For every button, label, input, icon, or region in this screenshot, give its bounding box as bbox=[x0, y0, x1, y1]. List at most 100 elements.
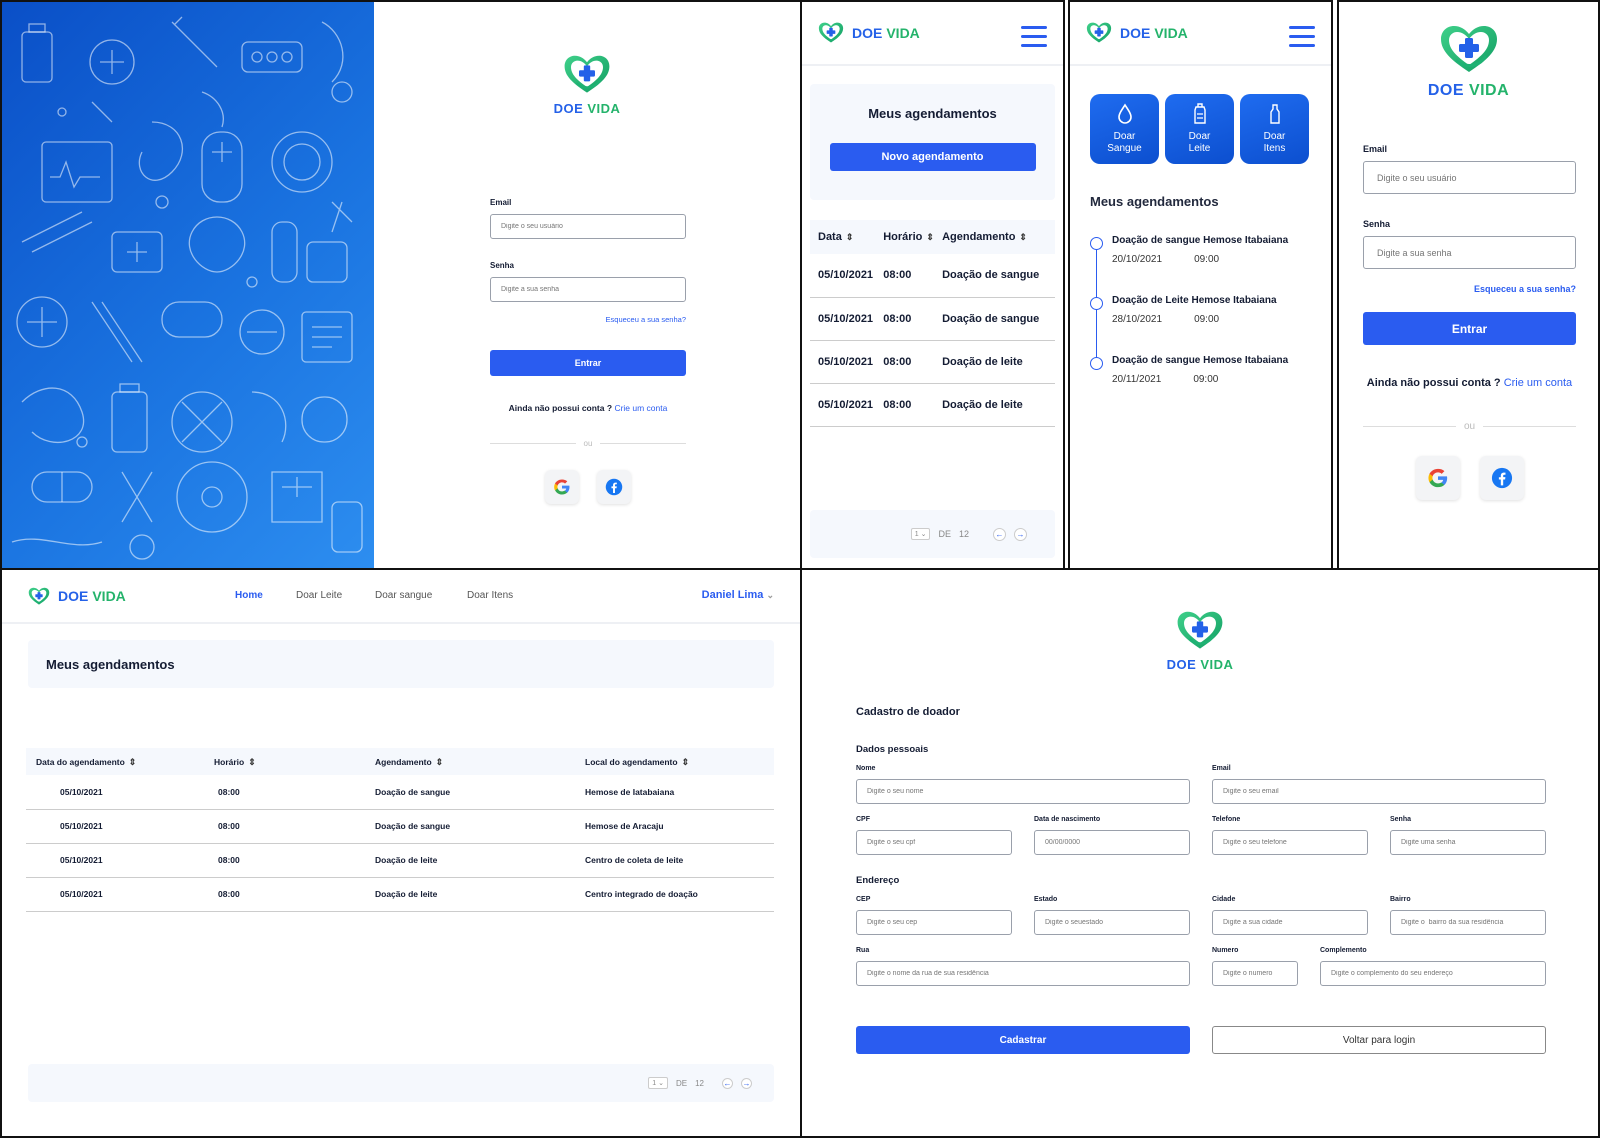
col-agendamento[interactable]: Agendamento ⇕ bbox=[942, 220, 1055, 254]
login-button[interactable]: Entrar bbox=[490, 350, 686, 376]
nav-doar-itens[interactable]: Doar Itens bbox=[467, 590, 513, 601]
cpf-input[interactable] bbox=[856, 830, 1012, 855]
number-input[interactable] bbox=[1212, 961, 1298, 986]
password-input[interactable] bbox=[490, 277, 686, 302]
timeline-item[interactable]: Doação de Leite Hemose Itabaiana 28/10/2… bbox=[1090, 295, 1331, 355]
google-login-button[interactable] bbox=[1415, 456, 1460, 500]
no-account-text: Ainda não possui conta ? bbox=[508, 403, 613, 413]
table-row[interactable]: 05/10/2021 08:00 Doação de sangue Hemose de… bbox=[26, 775, 774, 809]
password-label: Senha bbox=[1363, 219, 1391, 229]
table-header: Data do agendamento ⇕ Horário ⇕ Agendament… bbox=[26, 748, 774, 775]
address-section-title: Endereço bbox=[856, 875, 900, 886]
back-to-login-button[interactable]: Voltar para login bbox=[1212, 1026, 1546, 1054]
col-type[interactable]: Agendamento ⇕ bbox=[375, 748, 585, 775]
drop-icon bbox=[1117, 103, 1132, 124]
menu-hamburger-icon[interactable] bbox=[1289, 20, 1315, 47]
email-input[interactable] bbox=[490, 214, 686, 239]
table-row[interactable]: 05/10/2021 08:00 Doação de leite bbox=[810, 340, 1055, 383]
forgot-password-link[interactable]: Esqueceu a sua senha? bbox=[1474, 284, 1576, 294]
state-input[interactable] bbox=[1034, 910, 1190, 935]
page-total: 12 bbox=[695, 1078, 704, 1088]
table-row[interactable]: 05/10/2021 08:00 Doação de leite Centro de … bbox=[26, 843, 774, 877]
name-input[interactable] bbox=[856, 779, 1190, 804]
col-data[interactable]: Data ⇕ bbox=[810, 220, 883, 254]
create-account-link[interactable]: Crie um conta bbox=[1504, 377, 1572, 389]
cep-input[interactable] bbox=[856, 910, 1012, 935]
donate-items-tile[interactable]: Doar Itens bbox=[1240, 94, 1309, 164]
timeline-time: 09:00 bbox=[1193, 374, 1219, 385]
password-input[interactable] bbox=[1363, 236, 1576, 269]
page-title: Meus agendamentos bbox=[46, 656, 175, 672]
donate-blood-tile[interactable]: Doar Sangue bbox=[1090, 94, 1159, 164]
login-button[interactable]: Entrar bbox=[1363, 312, 1576, 345]
nav-doar-leite[interactable]: Doar Leite bbox=[296, 590, 375, 601]
page-total: 12 bbox=[958, 529, 969, 539]
next-page-icon[interactable]: → bbox=[1014, 527, 1027, 541]
email-input[interactable] bbox=[1212, 779, 1546, 804]
page-title-card: Meus agendamentos bbox=[28, 640, 774, 688]
birthdate-input[interactable] bbox=[1034, 830, 1190, 855]
user-menu[interactable]: Daniel Lima ⌄ bbox=[702, 589, 774, 601]
table-row[interactable]: 05/10/2021 08:00 Doação de leite Centro int… bbox=[26, 877, 774, 911]
google-login-button[interactable] bbox=[545, 470, 579, 504]
facebook-login-button[interactable] bbox=[597, 470, 631, 504]
forgot-password-link[interactable]: Esqueceu a sua senha? bbox=[606, 315, 686, 324]
menu-hamburger-icon[interactable] bbox=[1021, 20, 1047, 47]
nav-home[interactable]: Home bbox=[235, 590, 296, 601]
col-place[interactable]: Local do agendamento ⇕ bbox=[585, 748, 774, 775]
table-row[interactable]: 05/10/2021 08:00 Doação de sangue bbox=[810, 254, 1055, 297]
social-login bbox=[1363, 456, 1576, 500]
col-time[interactable]: Horário ⇕ bbox=[214, 748, 375, 775]
col-date[interactable]: Data do agendamento ⇕ bbox=[26, 748, 214, 775]
email-input[interactable] bbox=[1363, 161, 1576, 194]
prev-page-icon[interactable]: ← bbox=[722, 1077, 733, 1089]
street-input[interactable] bbox=[856, 961, 1190, 986]
pagination: 1 ⌄ DE 12 ← → bbox=[810, 510, 1055, 558]
brand-vida: VIDA bbox=[1154, 25, 1188, 41]
appointments-table: Data ⇕ Horário ⇕ Agendamento ⇕ 05/10/2021 08… bbox=[810, 220, 1055, 427]
timeline-item[interactable]: Doação de sangue Hemose Itabaiana 20/11/… bbox=[1090, 355, 1331, 415]
password-label: Senha bbox=[1390, 816, 1412, 823]
timeline-title: Doação de Leite Hemose Itabaiana bbox=[1112, 295, 1277, 306]
register-button[interactable]: Cadastrar bbox=[856, 1026, 1190, 1054]
medical-pattern-illustration bbox=[2, 2, 374, 568]
neighborhood-input[interactable] bbox=[1390, 910, 1546, 935]
login-form: Email Senha Esqueceu a sua senha? Entrar… bbox=[1363, 144, 1576, 500]
cep-label: CEP bbox=[856, 896, 871, 903]
create-account-link[interactable]: Crie um conta bbox=[614, 403, 667, 413]
timeline-title: Doação de sangue Hemose Itabaiana bbox=[1112, 355, 1289, 366]
personal-section-title: Dados pessoais bbox=[856, 744, 929, 755]
prev-page-icon[interactable]: ← bbox=[993, 527, 1006, 541]
table-row[interactable]: 05/10/2021 08:00 Doação de sangue Hemose de… bbox=[26, 809, 774, 843]
number-label: Numero bbox=[1212, 947, 1239, 954]
complement-input[interactable] bbox=[1320, 961, 1546, 986]
heart-cross-logo-icon bbox=[1176, 610, 1224, 652]
brand-logo: DOE VIDA bbox=[1339, 24, 1598, 100]
heart-cross-logo-icon bbox=[563, 54, 611, 96]
timeline-item[interactable]: Doação de sangue Hemose Itabaiana 20/10/… bbox=[1090, 235, 1331, 295]
mobile-header: DOE VIDA bbox=[802, 2, 1063, 66]
facebook-icon bbox=[605, 478, 623, 496]
page-select[interactable]: 1 ⌄ bbox=[648, 1077, 668, 1089]
google-icon bbox=[1427, 468, 1447, 488]
page-of: DE bbox=[938, 529, 951, 539]
or-text: ou bbox=[583, 439, 593, 448]
page-select[interactable]: 1 ⌄ bbox=[910, 528, 931, 540]
facebook-login-button[interactable] bbox=[1479, 456, 1524, 500]
or-divider: ou bbox=[490, 439, 686, 448]
timeline-date: 20/11/2021 bbox=[1112, 374, 1162, 385]
neighborhood-label: Bairro bbox=[1390, 896, 1411, 903]
main-nav: Home Doar Leite Doar sangue Doar Itens bbox=[235, 590, 513, 601]
new-appointment-button[interactable]: Novo agendamento bbox=[829, 143, 1036, 171]
col-horario[interactable]: Horário ⇕ bbox=[883, 220, 942, 254]
nav-doar-sangue[interactable]: Doar sangue bbox=[375, 590, 467, 601]
donate-milk-tile[interactable]: Doar Leite bbox=[1165, 94, 1234, 164]
phone-input[interactable] bbox=[1212, 830, 1368, 855]
password-input[interactable] bbox=[1390, 830, 1546, 855]
next-page-icon[interactable]: → bbox=[741, 1077, 752, 1089]
table-row[interactable]: 05/10/2021 08:00 Doação de leite bbox=[810, 383, 1055, 426]
city-input[interactable] bbox=[1212, 910, 1368, 935]
login-form: Email Senha Esqueceu a sua senha? Entrar… bbox=[490, 198, 686, 504]
header-logo: DOE VIDA bbox=[28, 587, 126, 606]
table-row[interactable]: 05/10/2021 08:00 Doação de sangue bbox=[810, 297, 1055, 340]
